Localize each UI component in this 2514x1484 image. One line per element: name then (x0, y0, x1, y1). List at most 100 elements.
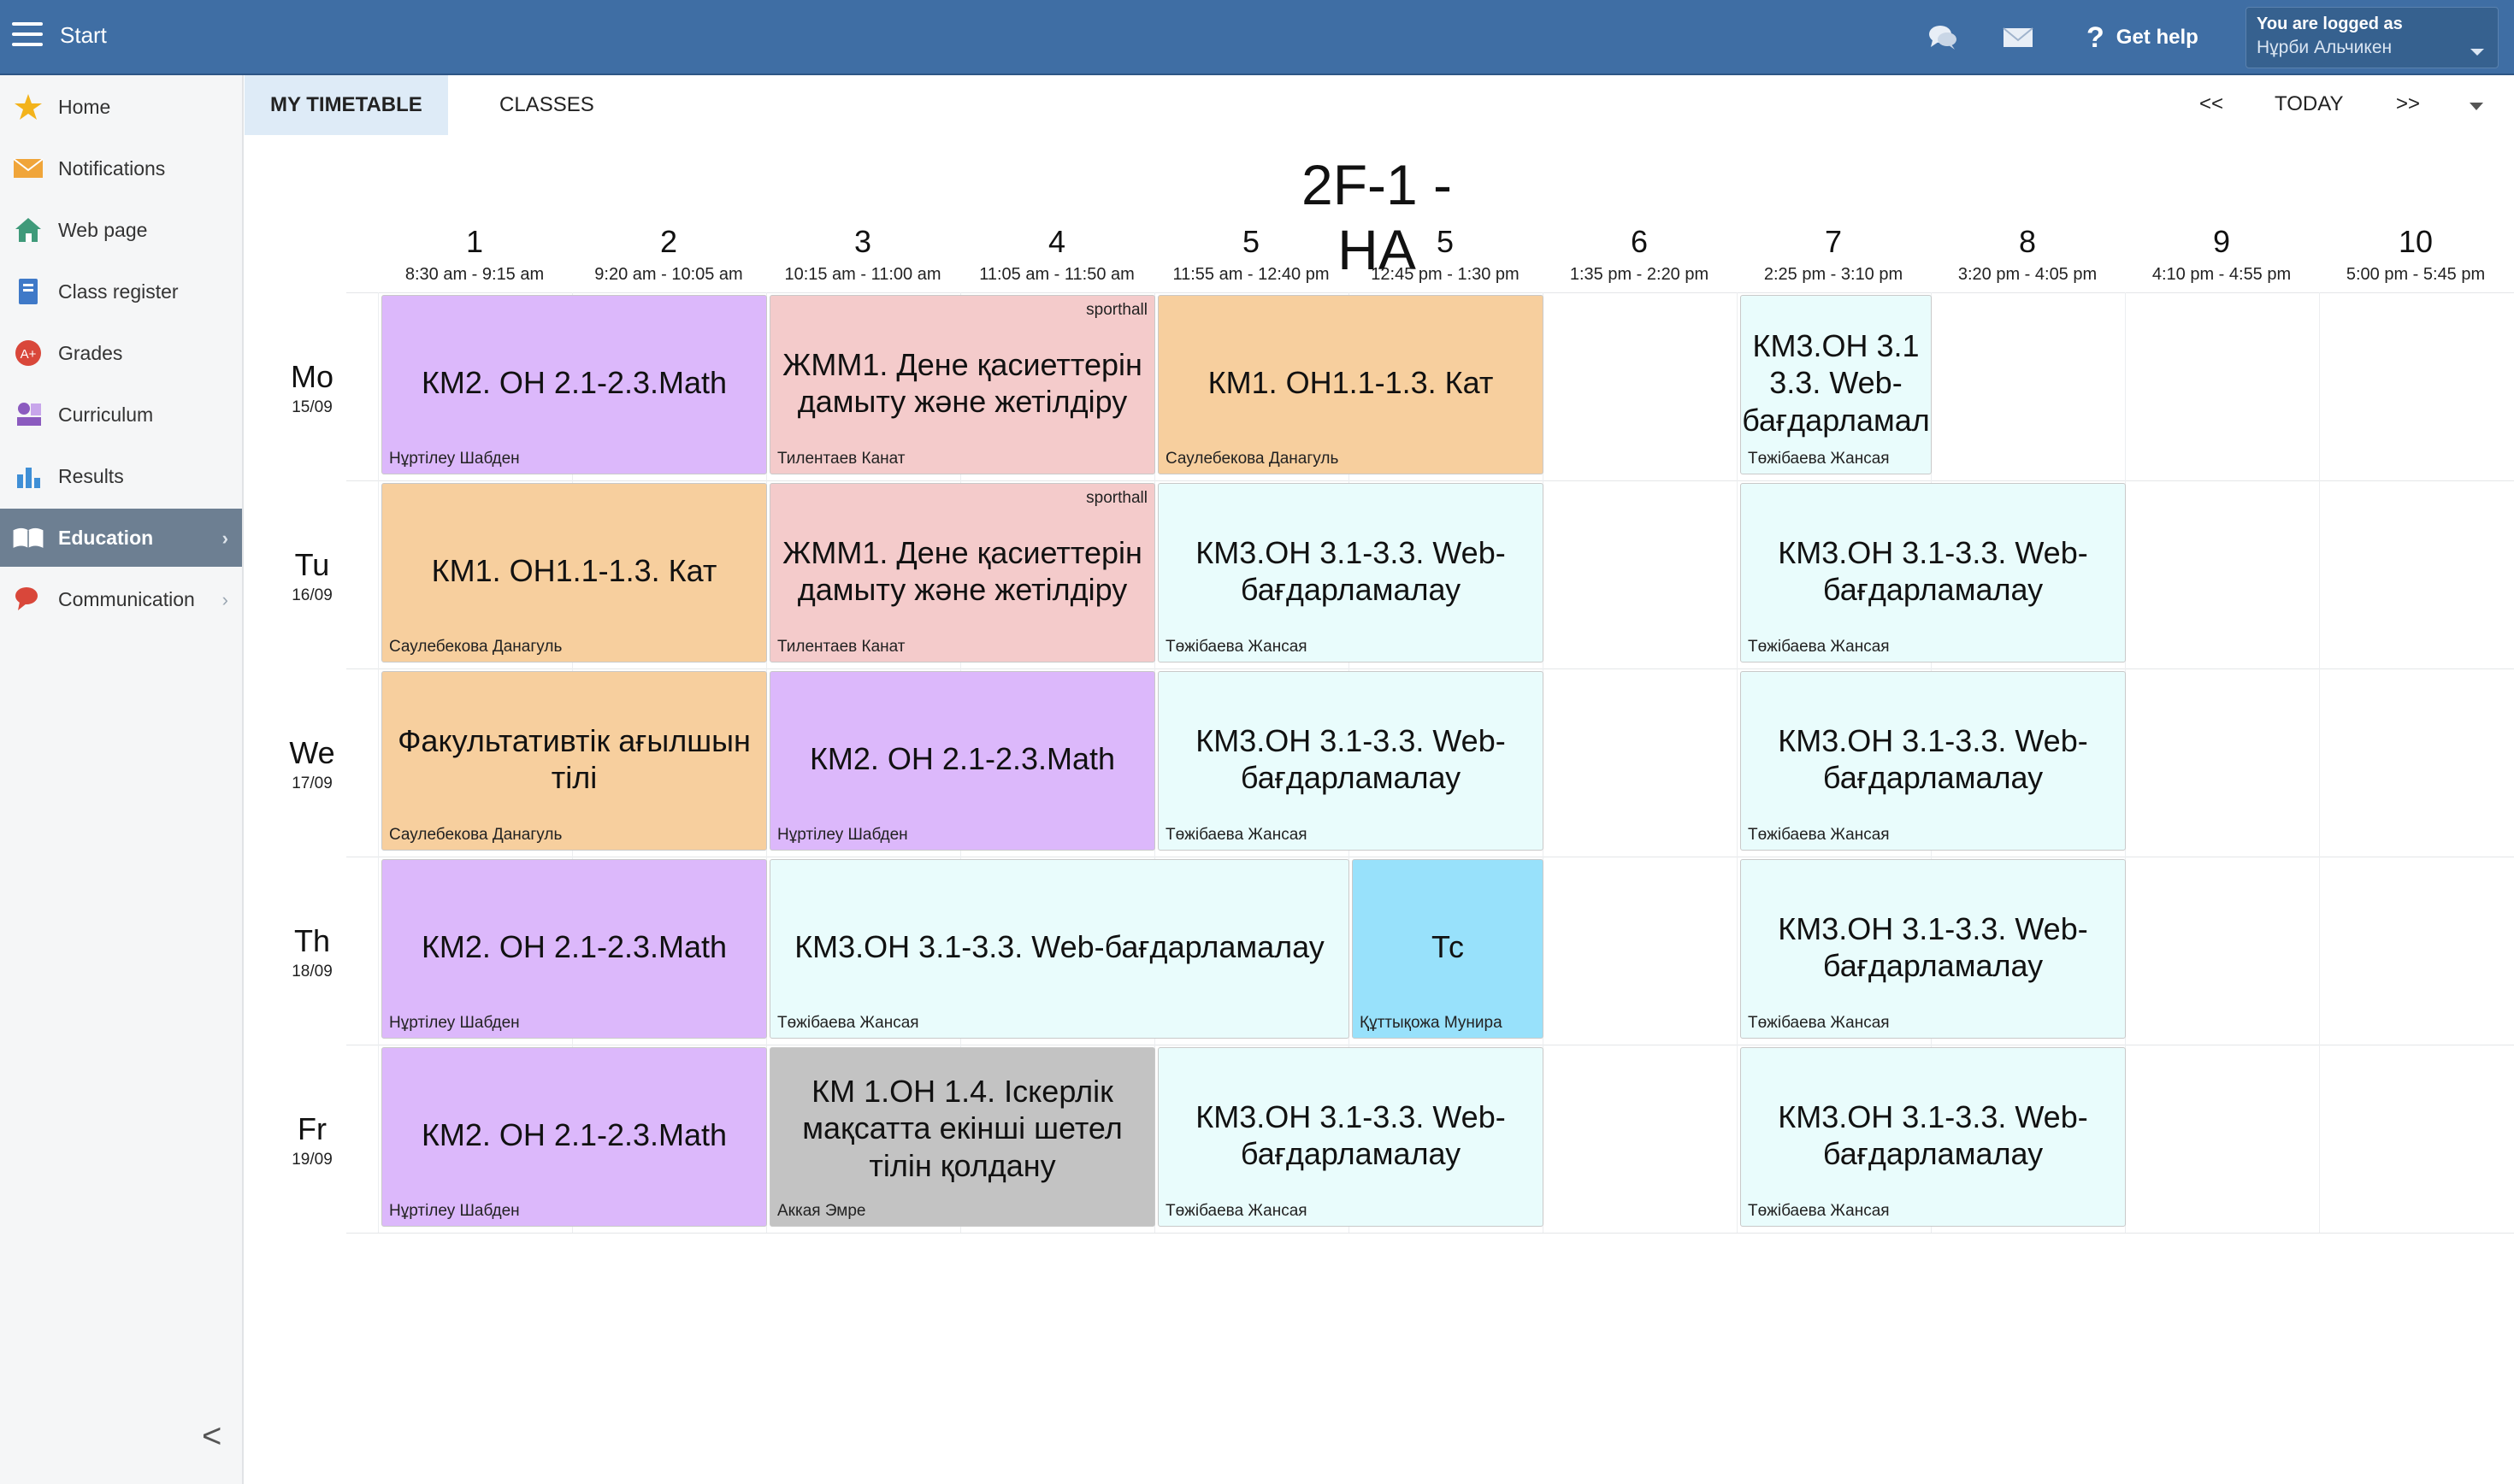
lesson-subject: КМ2. ОН 2.1-2.3.Math (809, 741, 1116, 777)
sidebar-item-home[interactable]: Home (0, 78, 242, 136)
day-name: Tu (294, 547, 330, 582)
period-number: 1 (465, 224, 484, 259)
lesson-room: sporthall (1086, 301, 1148, 319)
lesson-subject: КМ3.ОН 3.1 3.3. Web-бағдарламал (1742, 328, 1930, 438)
lesson-card[interactable]: КМ3.ОН 3.1-3.3. Web-бағдарламалау Төжіба… (1158, 483, 1543, 662)
chevron-down-icon[interactable] (2470, 103, 2483, 110)
grid-line (346, 668, 2514, 669)
chat-icon[interactable] (1926, 21, 1960, 55)
lesson-card[interactable]: sporthall ЖММ1. Дене қасиеттерін дамыту … (770, 483, 1155, 662)
period-time: 2:25 pm - 3:10 pm (1763, 265, 1903, 284)
lesson-subject: КМ2. ОН 2.1-2.3.Math (421, 929, 728, 965)
lesson-subject: КМ2. ОН 2.1-2.3.Math (421, 1117, 728, 1153)
user-name: Нұрби Альчикен (2257, 38, 2393, 57)
lesson-subject: КМ3.ОН 3.1-3.3. Web-бағдарламалау (1195, 534, 1506, 607)
period-number: 9 (2212, 224, 2231, 259)
period-number: 2 (659, 224, 678, 259)
lesson-teacher: Төжібаева Жансая (1748, 826, 1890, 844)
house-icon (12, 214, 44, 246)
sidebar-item-label: Results (58, 464, 124, 487)
day-header: Mo 15/09 (257, 359, 368, 417)
lesson-card[interactable]: КМ3.ОН 3.1 3.3. Web-бағдарламал Төжібаев… (1740, 295, 1932, 474)
day-date: 17/09 (292, 774, 333, 792)
lesson-subject: ЖММ1. Дене қасиеттерін дамыту және жетіл… (782, 346, 1142, 419)
sidebar-item-label: Home (58, 95, 111, 118)
lesson-card[interactable]: КМ2. ОН 2.1-2.3.Math Нұртілеу Шабден (381, 859, 767, 1039)
get-help-label: Get help (2116, 26, 2198, 49)
sidebar-item-notifications[interactable]: Notifications (0, 139, 242, 197)
sidebar-item-communication[interactable]: Communication › (0, 570, 242, 628)
sidebar-item-label: Notifications (58, 156, 166, 180)
sidebar-item-education[interactable]: Education › (0, 509, 242, 567)
lesson-card[interactable]: КМ1. ОН1.1-1.3. Кат Саулебекова Данагуль (1158, 295, 1543, 474)
day-date: 15/09 (292, 398, 333, 416)
day-date: 19/09 (292, 1151, 333, 1169)
day-name: Th (293, 923, 330, 958)
lesson-card[interactable]: КМ 1.ОН 1.4. Іскерлік мақсатта екінші ше… (770, 1047, 1155, 1227)
grid-line (378, 292, 379, 1233)
next-week-button[interactable]: >> (2396, 92, 2420, 116)
chevron-right-icon: › (221, 589, 228, 610)
period-header: 5 11:55 am - 12:40 pm (1154, 224, 1348, 285)
lesson-subject: Факультативтік ағылшын тілі (398, 722, 751, 795)
lesson-card[interactable]: Тс Құттықожа Мунира (1352, 859, 1543, 1039)
lesson-card[interactable]: КМ3.ОН 3.1-3.3. Web-бағдарламалау Төжіба… (1158, 671, 1543, 851)
lesson-card[interactable]: КМ3.ОН 3.1-3.3. Web-бағдарламалау Төжіба… (1740, 859, 2126, 1039)
user-menu[interactable]: You are logged as Нұрби Альчикен (2245, 7, 2499, 68)
lesson-teacher: Төжібаева Жансая (1166, 826, 1307, 844)
lesson-teacher: Төжібаева Жансая (1748, 1202, 1890, 1220)
grid-line (346, 1233, 2514, 1234)
period-time: 3:20 pm - 4:05 pm (1957, 265, 2098, 284)
lesson-card[interactable]: sporthall ЖММ1. Дене қасиеттерін дамыту … (770, 295, 1155, 474)
menu-icon[interactable] (12, 22, 43, 50)
lesson-subject: КМ3.ОН 3.1-3.3. Web-бағдарламалау (1778, 534, 2088, 607)
chevron-right-icon: › (221, 527, 228, 549)
day-name: We (289, 735, 335, 770)
help-icon: ? (2086, 21, 2104, 54)
app-title[interactable]: Start (60, 22, 107, 49)
previous-week-button[interactable]: << (2199, 92, 2223, 116)
day-name: Mo (290, 359, 333, 394)
lesson-teacher: Тилентаев Канат (777, 450, 906, 468)
lesson-subject: КМ1. ОН1.1-1.3. Кат (431, 553, 717, 589)
day-date: 16/09 (292, 586, 333, 604)
lesson-teacher: Нұртілеу Шабден (389, 450, 520, 468)
lesson-card[interactable]: Факультативтік ағылшын тілі Саулебекова … (381, 671, 767, 851)
tab-my-timetable[interactable]: MY TIMETABLE (245, 75, 448, 135)
mail-icon[interactable] (2001, 21, 2035, 55)
period-header: 7 2:25 pm - 3:10 pm (1737, 224, 1930, 285)
today-button[interactable]: TODAY (2275, 92, 2343, 116)
curriculum-icon (12, 398, 44, 431)
period-header: 10 5:00 pm - 5:45 pm (2319, 224, 2512, 285)
period-time: 5:00 pm - 5:45 pm (2346, 265, 2486, 284)
day-name: Fr (298, 1111, 327, 1146)
get-help-button[interactable]: ? Get help (2086, 19, 2198, 56)
lesson-card[interactable]: КМ3.ОН 3.1-3.3. Web-бағдарламалау Төжіба… (1158, 1047, 1543, 1227)
period-time: 4:10 pm - 4:55 pm (2151, 265, 2292, 284)
period-header: 6 1:35 pm - 2:20 pm (1543, 224, 1736, 285)
collapse-sidebar-button[interactable]: < (202, 1417, 221, 1456)
lesson-card[interactable]: КМ3.ОН 3.1-3.3. Web-бағдарламалау Төжіба… (1740, 1047, 2126, 1227)
sidebar-item-curriculum[interactable]: Curriculum (0, 386, 242, 444)
sidebar-item-results[interactable]: Results (0, 447, 242, 505)
grid-line (2319, 292, 2320, 1233)
lesson-card[interactable]: КМ2. ОН 2.1-2.3.Math Нұртілеу Шабден (770, 671, 1155, 851)
grid-line (1737, 292, 1738, 1233)
lesson-subject: КМ3.ОН 3.1-3.3. Web-бағдарламалау (1778, 910, 2088, 983)
sidebar-item-class-register[interactable]: Class register (0, 262, 242, 321)
speech-bubble-icon (12, 583, 44, 615)
lesson-card[interactable]: КМ1. ОН1.1-1.3. Кат Саулебекова Данагуль (381, 483, 767, 662)
tab-classes[interactable]: CLASSES (474, 75, 620, 135)
lesson-card[interactable]: КМ2. ОН 2.1-2.3.Math Нұртілеу Шабден (381, 1047, 767, 1227)
sidebar-item-grades[interactable]: A+ Grades (0, 324, 242, 382)
period-time: 1:35 pm - 2:20 pm (1569, 265, 1709, 284)
day-header: Fr 19/09 (257, 1111, 368, 1169)
sidebar-item-web-page[interactable]: Web page (0, 201, 242, 259)
lesson-card[interactable]: КМ2. ОН 2.1-2.3.Math Нұртілеу Шабден (381, 295, 767, 474)
period-header: 3 10:15 am - 11:00 am (766, 224, 959, 285)
book-icon (12, 521, 44, 554)
day-header: Th 18/09 (257, 923, 368, 981)
lesson-card[interactable]: КМ3.ОН 3.1-3.3. Web-бағдарламалау Төжіба… (1740, 671, 2126, 851)
lesson-card[interactable]: КМ3.ОН 3.1-3.3. Web-бағдарламалау Төжіба… (770, 859, 1349, 1039)
lesson-card[interactable]: КМ3.ОН 3.1-3.3. Web-бағдарламалау Төжіба… (1740, 483, 2126, 662)
